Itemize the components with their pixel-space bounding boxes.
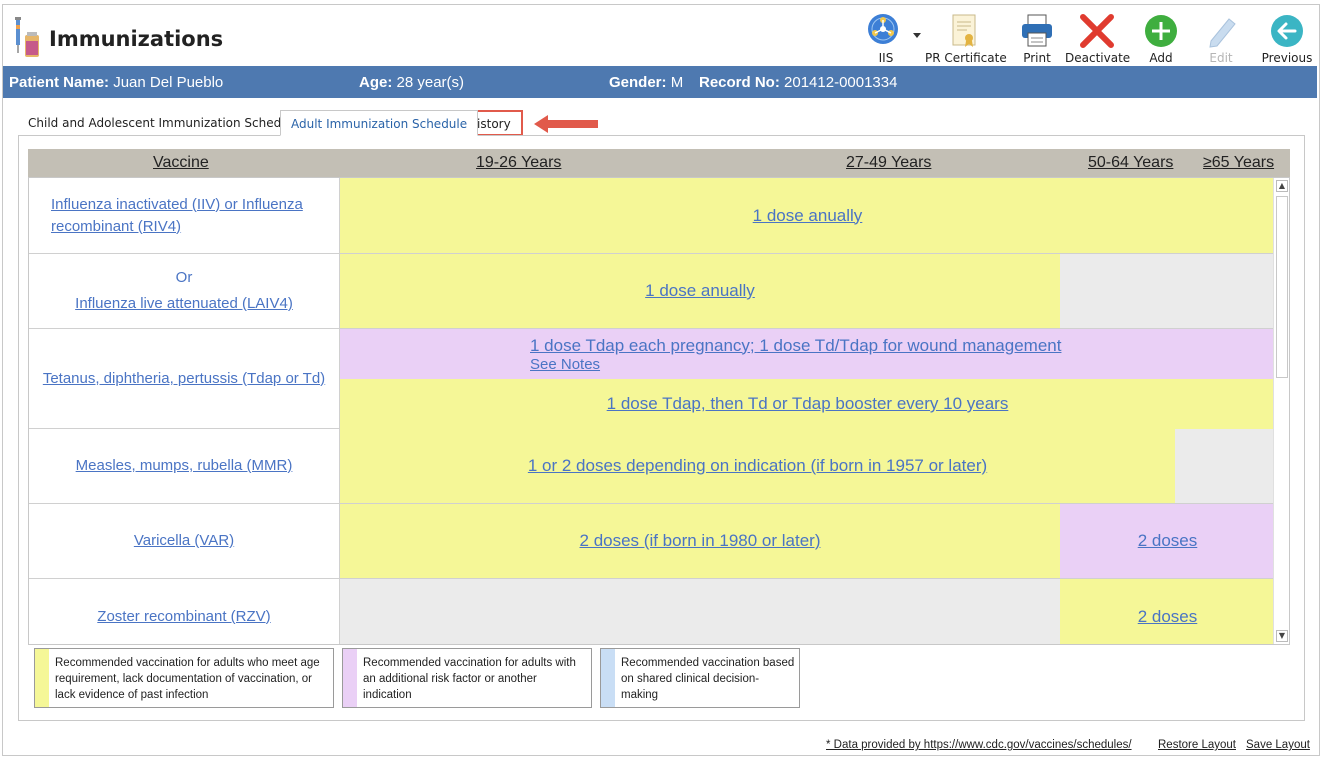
recommendation-link[interactable]: 1 dose Tdap each pregnancy; 1 dose Td/Td… [530, 336, 1061, 356]
pr-certificate-button[interactable]: PR Certificate [925, 11, 1007, 67]
scroll-up-icon[interactable]: ▲ [1276, 180, 1288, 192]
certificate-icon [952, 14, 976, 47]
tab-adult-schedule[interactable]: Adult Immunization Schedule [280, 110, 479, 136]
patient-record: Record No: 201412-0001334 [699, 74, 898, 91]
arrow-left-circle-icon [1271, 15, 1303, 47]
table-row: Zoster recombinant (RZV) 2 doses [29, 579, 1275, 644]
deactivate-button[interactable]: Deactivate [1065, 11, 1130, 67]
patient-name: Patient Name: Juan Del Pueblo [9, 74, 224, 91]
column-19-26[interactable]: 19-26 Years [476, 154, 561, 172]
printer-icon [1022, 14, 1052, 47]
legend-item: Recommended vaccination for adults with … [342, 648, 592, 708]
recommendation-cell: 1 dose anually [340, 178, 1275, 253]
highlight-arrow-icon [534, 115, 598, 133]
network-globe-icon [868, 14, 898, 44]
recommendation-link[interactable]: 1 or 2 doses depending on indication (if… [528, 456, 987, 476]
column-vaccine[interactable]: Vaccine [153, 154, 209, 172]
chevron-down-icon[interactable] [913, 33, 921, 39]
patient-info-bar: Patient Name: Juan Del Pueblo Age: 28 ye… [3, 66, 1317, 98]
red-x-icon [1080, 14, 1114, 48]
print-button[interactable]: Print [1015, 11, 1059, 67]
table-row: Influenza inactivated (IIV) or Influenza… [29, 178, 1275, 254]
not-recommended-cell [1060, 254, 1275, 328]
scrollbar-thumb[interactable] [1276, 196, 1288, 378]
recommendation-cell: 1 dose anually [340, 254, 1060, 328]
legend-swatch-yellow [35, 649, 49, 707]
recommendation-link[interactable]: 1 dose Tdap, then Td or Tdap booster eve… [607, 394, 1009, 414]
vaccine-cell: Varicella (VAR) [29, 504, 340, 578]
column-27-49[interactable]: 27-49 Years [846, 154, 931, 172]
recommendation-cell: 2 doses [1060, 504, 1275, 578]
page-title: Immunizations [49, 27, 224, 51]
recommendation-link[interactable]: 2 doses (if born in 1980 or later) [580, 531, 821, 551]
table-row: Tetanus, diphtheria, pertussis (Tdap or … [29, 329, 1275, 429]
vaccine-link-zoster[interactable]: Zoster recombinant (RZV) [97, 606, 270, 628]
vaccine-cell: Zoster recombinant (RZV) [29, 579, 340, 644]
vertical-scrollbar[interactable]: ▲ ▼ [1273, 178, 1289, 644]
column-50-64[interactable]: 50-64 Years [1088, 154, 1173, 172]
table-row: Measles, mumps, rubella (MMR) 1 or 2 dos… [29, 429, 1275, 504]
recommendation-cell: 1 or 2 doses depending on indication (if… [340, 429, 1175, 503]
recommendation-cell: 2 doses (if born in 1980 or later) [340, 504, 1060, 578]
restore-layout-link[interactable]: Restore Layout [1158, 739, 1236, 751]
legend-item: Recommended vaccination for adults who m… [34, 648, 334, 708]
not-recommended-cell [1175, 429, 1275, 503]
tab-child-adolescent-schedule[interactable]: Child and Adolescent Immunization Schedu… [18, 110, 310, 136]
vaccine-cell: Or Influenza live attenuated (LAIV4) [29, 254, 340, 328]
vaccine-link-influenza-laiv[interactable]: Influenza live attenuated (LAIV4) [75, 293, 293, 315]
plus-circle-icon [1145, 15, 1177, 47]
recommendation-link[interactable]: 1 dose anually [645, 281, 755, 301]
recommendation-link[interactable]: 1 dose anually [753, 206, 863, 226]
not-recommended-cell [340, 579, 1060, 644]
vaccine-cell: Influenza inactivated (IIV) or Influenza… [29, 178, 340, 253]
previous-button[interactable]: Previous [1259, 11, 1315, 67]
add-button[interactable]: Add [1141, 11, 1181, 67]
legend-item: Recommended vaccination based on shared … [600, 648, 800, 708]
column-65-plus[interactable]: ≥65 Years [1203, 154, 1274, 172]
vaccine-link-mmr[interactable]: Measles, mumps, rubella (MMR) [76, 455, 293, 477]
vaccine-cell: Tetanus, diphtheria, pertussis (Tdap or … [29, 329, 340, 428]
immunization-icon [15, 17, 39, 57]
save-layout-link[interactable]: Save Layout [1246, 739, 1310, 751]
vaccine-cell: Measles, mumps, rubella (MMR) [29, 429, 340, 503]
patient-gender: Gender: M [609, 74, 684, 91]
table-row: Varicella (VAR) 2 doses (if born in 1980… [29, 504, 1275, 579]
recommendation-cell: 1 dose Tdap each pregnancy; 1 dose Td/Td… [340, 329, 1275, 379]
recommendation-cell: 1 dose Tdap, then Td or Tdap booster eve… [340, 379, 1275, 429]
schedule-header: Vaccine 19-26 Years 27-49 Years 50-64 Ye… [28, 149, 1290, 177]
vaccine-link-influenza-iiv[interactable]: Influenza inactivated (IIV) or Influenza… [39, 194, 329, 238]
recommendation-cell: 2 doses [1060, 579, 1275, 644]
or-label: Or [175, 269, 193, 286]
patient-age: Age: 28 year(s) [359, 74, 465, 91]
cdc-source-link[interactable]: * Data provided by https://www.cdc.gov/v… [826, 739, 1132, 751]
see-notes-link[interactable]: See Notes [530, 356, 600, 373]
edit-button[interactable]: Edit [1201, 11, 1241, 67]
legend-swatch-purple [343, 649, 357, 707]
recommendation-link[interactable]: 2 doses [1138, 531, 1198, 551]
legend-swatch-blue [601, 649, 615, 707]
vaccine-link-tdap[interactable]: Tetanus, diphtheria, pertussis (Tdap or … [43, 368, 325, 390]
scroll-down-icon[interactable]: ▼ [1276, 630, 1288, 642]
iis-button[interactable]: IIS [861, 11, 921, 67]
recommendation-link[interactable]: 2 doses [1138, 607, 1198, 627]
pencil-icon [1209, 18, 1236, 48]
schedule-grid: Influenza inactivated (IIV) or Influenza… [28, 177, 1290, 645]
table-row: Or Influenza live attenuated (LAIV4) 1 d… [29, 254, 1275, 329]
vaccine-link-varicella[interactable]: Varicella (VAR) [134, 530, 234, 552]
